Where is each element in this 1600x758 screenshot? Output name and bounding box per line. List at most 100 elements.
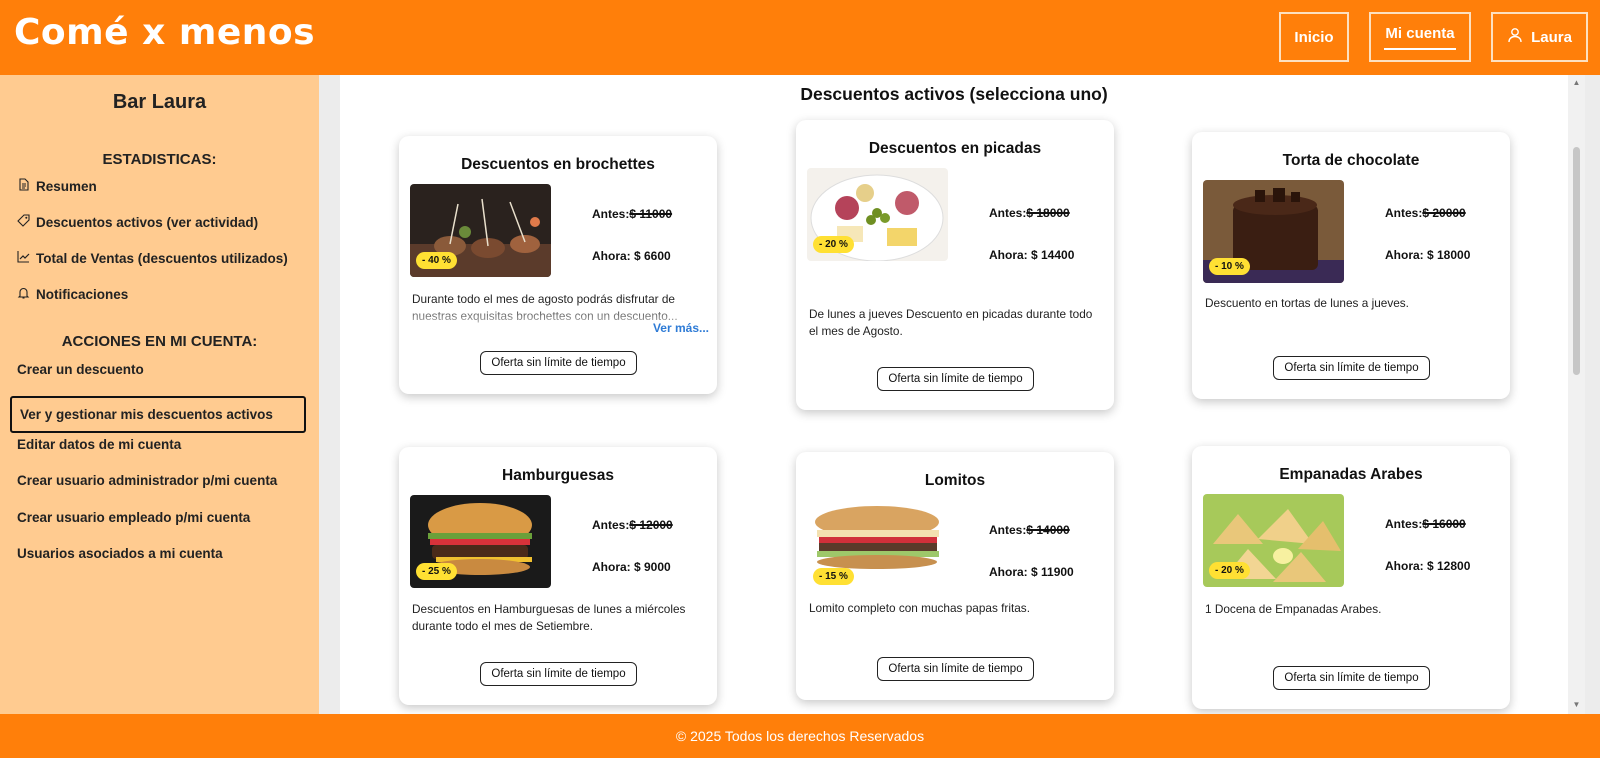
bell-icon bbox=[17, 286, 30, 302]
discount-badge: - 40 % bbox=[416, 252, 457, 269]
scroll-up-arrow-icon[interactable]: ▲ bbox=[1572, 79, 1581, 87]
price-now: Ahora: $ 9000 bbox=[592, 560, 671, 574]
card-title: Lomitos bbox=[924, 472, 986, 489]
user-icon bbox=[1507, 27, 1523, 47]
food-image-empanadas: - 20 % bbox=[1203, 494, 1344, 587]
sidebar-action-crear-admin[interactable]: Crear usuario administrador p/mi cuenta bbox=[17, 473, 277, 488]
sidebar-item-label: Resumen bbox=[36, 178, 97, 194]
card-title: Empanadas Arabes bbox=[1279, 466, 1423, 483]
card-description: Lomito completo con muchas papas fritas. bbox=[809, 601, 1030, 615]
food-image-brochettes: - 40 % bbox=[410, 184, 551, 277]
discount-card[interactable]: Hamburguesas - 25 % Antes:$ 12000 Ahora:… bbox=[399, 447, 717, 705]
discount-card[interactable]: Torta de chocolate - 10 % Antes:$ 20000 … bbox=[1192, 132, 1510, 399]
business-name: Bar Laura bbox=[112, 91, 207, 113]
food-image-lomito: - 15 % bbox=[807, 500, 948, 593]
price-now: Ahora: $ 18000 bbox=[1385, 248, 1471, 262]
nav-user-label: Laura bbox=[1531, 28, 1572, 46]
footer-text: © 2025 Todos los derechos Reservados bbox=[675, 728, 925, 744]
ver-mas-link[interactable]: Ver más... bbox=[653, 321, 709, 335]
nav-inicio-label: Inicio bbox=[1294, 28, 1334, 46]
price-before-value: $ 16000 bbox=[1422, 517, 1466, 531]
card-description: Descuentos en Hamburguesas de lunes a mi… bbox=[412, 602, 686, 633]
chart-line-icon bbox=[17, 250, 30, 266]
price-before-label: Antes: bbox=[1385, 517, 1423, 531]
price-before-value: $ 14000 bbox=[1026, 523, 1070, 537]
price-before: Antes:$ 12000 bbox=[592, 518, 673, 532]
sidebar-action-label: Usuarios asociados a mi cuenta bbox=[17, 546, 223, 561]
card-description: Durante todo el mes de agosto podrás dis… bbox=[412, 291, 704, 325]
scroll-thumb[interactable] bbox=[1573, 147, 1580, 375]
discount-card[interactable]: Descuentos en picadas - 20 % Antes:$ 180… bbox=[796, 120, 1114, 410]
food-image-cake: - 10 % bbox=[1203, 180, 1344, 283]
price-before-value: $ 11000 bbox=[629, 207, 673, 221]
sidebar-action-label: Crear usuario administrador p/mi cuenta bbox=[17, 473, 278, 488]
footer: © 2025 Todos los derechos Reservados bbox=[0, 714, 1600, 758]
price-before-value: $ 12000 bbox=[629, 518, 673, 532]
sidebar-item-resumen[interactable]: Resumen bbox=[17, 178, 97, 194]
sidebar-action-crear-descuento[interactable]: Crear un descuento bbox=[17, 362, 144, 377]
price-before: Antes:$ 16000 bbox=[1385, 517, 1466, 531]
sidebar-item-label: Descuentos activos (ver actividad) bbox=[36, 214, 259, 230]
nav-user-button[interactable]: Laura bbox=[1491, 12, 1588, 62]
top-header: Comé x menos Inicio Mi cuenta Laura bbox=[0, 0, 1600, 75]
sidebar-action-label: Ver y gestionar mis descuentos activos bbox=[20, 407, 273, 422]
offer-button[interactable]: Oferta sin límite de tiempo bbox=[480, 662, 637, 686]
food-image-burger: - 25 % bbox=[410, 495, 551, 588]
card-description: De lunes a jueves Descuento en picadas d… bbox=[809, 307, 1093, 338]
card-title: Descuentos en picadas bbox=[868, 140, 1042, 157]
document-icon bbox=[17, 178, 30, 194]
offer-button[interactable]: Oferta sin límite de tiempo bbox=[480, 351, 637, 375]
sidebar-action-label: Editar datos de mi cuenta bbox=[17, 437, 182, 452]
card-title: Descuentos en brochettes bbox=[461, 156, 655, 173]
sidebar-action-gestionar-descuentos[interactable]: Ver y gestionar mis descuentos activos bbox=[10, 396, 306, 433]
offer-button[interactable]: Oferta sin límite de tiempo bbox=[1273, 356, 1430, 380]
price-before-label: Antes: bbox=[1385, 206, 1423, 220]
sidebar-action-editar-datos[interactable]: Editar datos de mi cuenta bbox=[17, 437, 181, 452]
main-content: Descuentos activos (selecciona uno) Desc… bbox=[340, 75, 1568, 714]
actions-heading: ACCIONES EN MI CUENTA: bbox=[61, 333, 258, 350]
price-before-label: Antes: bbox=[989, 206, 1027, 220]
sidebar-item-total-ventas[interactable]: Total de Ventas (descuentos utilizados) bbox=[17, 250, 288, 266]
page-scrollbar[interactable]: ▲ ▼ bbox=[1568, 75, 1585, 714]
sidebar-item-label: Total de Ventas (descuentos utilizados) bbox=[36, 250, 288, 266]
price-before-value: $ 18000 bbox=[1026, 206, 1070, 220]
food-image-picada: - 20 % bbox=[807, 168, 948, 261]
price-before-label: Antes: bbox=[989, 523, 1027, 537]
nav-mi-cuenta-label: Mi cuenta bbox=[1385, 24, 1455, 42]
price-now: Ahora: $ 6600 bbox=[592, 249, 671, 263]
nav-inicio-button[interactable]: Inicio bbox=[1279, 12, 1349, 62]
offer-button[interactable]: Oferta sin límite de tiempo bbox=[877, 657, 1034, 681]
discount-card[interactable]: Lomitos - 15 % Antes:$ 14000 Ahora: $ 11… bbox=[796, 452, 1114, 700]
price-now: Ahora: $ 14400 bbox=[989, 248, 1075, 262]
sidebar-action-label: Crear un descuento bbox=[17, 362, 144, 377]
discount-card[interactable]: Descuentos en brochettes - 40 % Antes:$ … bbox=[399, 136, 717, 394]
discount-badge: - 15 % bbox=[813, 568, 854, 585]
tag-icon bbox=[17, 214, 30, 230]
price-now: Ahora: $ 11900 bbox=[989, 565, 1074, 579]
sidebar-item-label: Notificaciones bbox=[36, 286, 129, 302]
logo[interactable]: Comé x menos bbox=[14, 12, 315, 53]
discount-badge: - 10 % bbox=[1209, 258, 1250, 275]
offer-button[interactable]: Oferta sin límite de tiempo bbox=[877, 367, 1034, 391]
sidebar-item-notificaciones[interactable]: Notificaciones bbox=[17, 286, 128, 302]
discount-badge: - 25 % bbox=[416, 563, 457, 580]
sidebar-action-crear-empleado[interactable]: Crear usuario empleado p/mi cuenta bbox=[17, 510, 250, 525]
sidebar: Bar Laura ESTADISTICAS: Resumen Descuent… bbox=[0, 75, 319, 714]
price-before-value: $ 20000 bbox=[1422, 206, 1466, 220]
card-description: Descuento en tortas de lunes a jueves. bbox=[1205, 296, 1409, 310]
card-title: Hamburguesas bbox=[502, 467, 614, 484]
nav-mi-cuenta-button[interactable]: Mi cuenta bbox=[1369, 12, 1471, 62]
scroll-down-arrow-icon[interactable]: ▼ bbox=[1572, 701, 1581, 709]
discount-card[interactable]: Empanadas Arabes - 20 % Antes:$ 16000 Ah… bbox=[1192, 446, 1510, 709]
page-title: Descuentos activos (selecciona uno) bbox=[800, 84, 1108, 104]
price-before-label: Antes: bbox=[592, 518, 630, 532]
offer-button[interactable]: Oferta sin límite de tiempo bbox=[1273, 666, 1430, 690]
price-before: Antes:$ 18000 bbox=[989, 206, 1070, 220]
stats-heading: ESTADISTICAS: bbox=[102, 151, 217, 168]
price-before: Antes:$ 14000 bbox=[989, 523, 1070, 537]
sidebar-action-usuarios-asociados[interactable]: Usuarios asociados a mi cuenta bbox=[17, 546, 223, 561]
discount-badge: - 20 % bbox=[813, 236, 854, 253]
sidebar-item-descuentos-activos[interactable]: Descuentos activos (ver actividad) bbox=[17, 214, 258, 230]
sidebar-action-label: Crear usuario empleado p/mi cuenta bbox=[17, 510, 251, 525]
price-before-label: Antes: bbox=[592, 207, 630, 221]
